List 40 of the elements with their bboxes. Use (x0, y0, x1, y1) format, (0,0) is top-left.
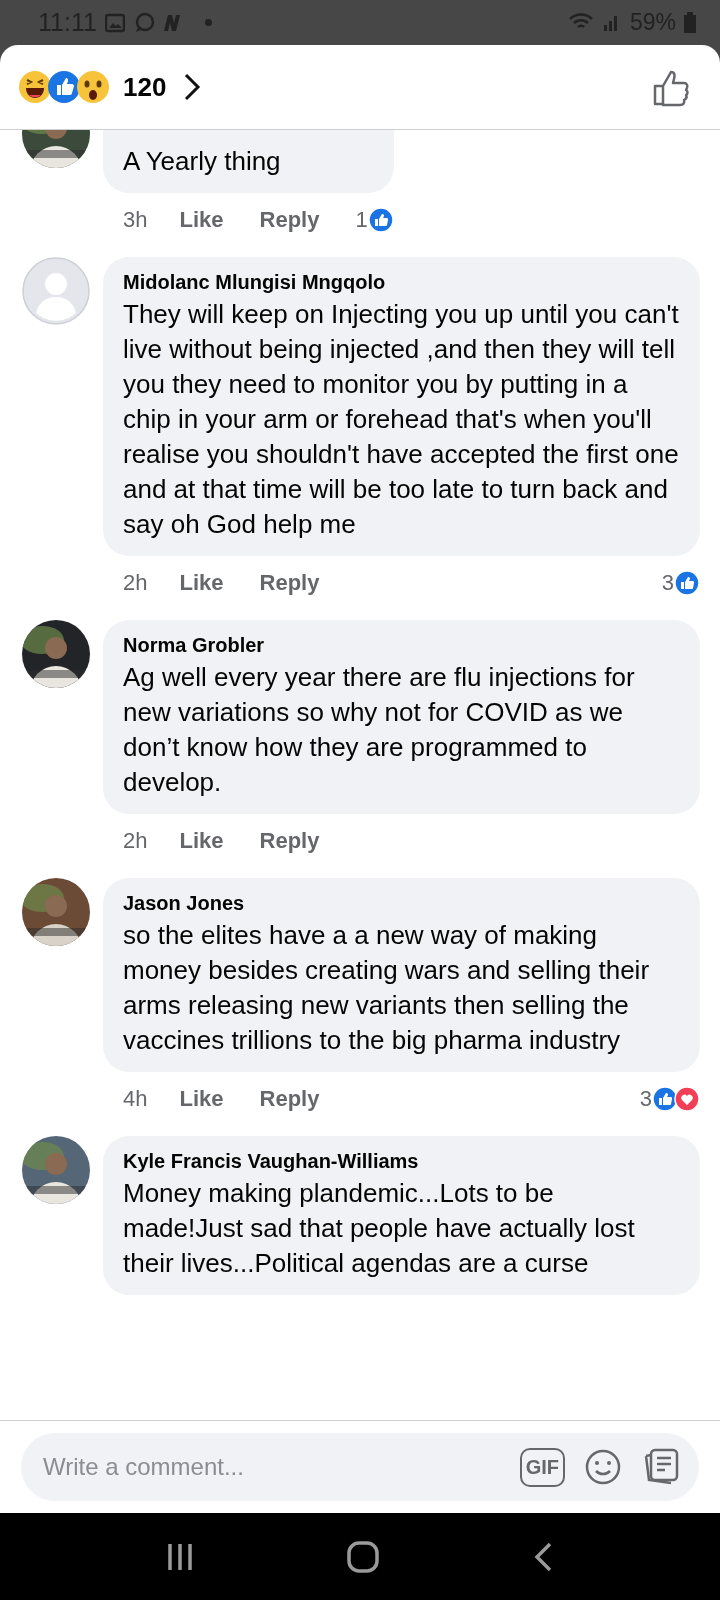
reply-link[interactable]: Reply (259, 207, 320, 233)
reply-link[interactable]: Reply (259, 570, 320, 596)
reply-link[interactable]: Reply (259, 828, 320, 854)
dot-icon (204, 19, 212, 26)
recent-apps-icon[interactable] (166, 1541, 195, 1572)
like-reaction-icon (674, 570, 700, 596)
like-link[interactable]: Like (179, 570, 224, 596)
smiley-icon[interactable] (585, 1449, 621, 1485)
commenter-name[interactable]: Kyle Francis Vaughan-Williams (123, 1150, 680, 1173)
battery-icon (684, 10, 696, 35)
comment-text: Ag well every year there are flu injections for new variations so why not for COVID as we don’t know how they are programmed to develop. (123, 661, 636, 799)
home-icon[interactable] (347, 1540, 379, 1573)
chevron-right-icon[interactable] (182, 72, 203, 102)
heart-reaction-icon (674, 1086, 700, 1112)
like-reaction-icon (47, 70, 81, 104)
reaction-count[interactable]: 3 (661, 570, 674, 596)
like-link[interactable]: Like (179, 828, 224, 854)
like-link[interactable]: Like (179, 207, 224, 233)
comment-text: Money making plandemic...Lots to be made!Just sad that people have actually lost their lives...Political agendas are a curse (123, 1177, 636, 1280)
emoji-icon (76, 70, 110, 104)
reaction-count[interactable]: 3 (639, 1086, 652, 1112)
like-reaction-icon (652, 1086, 678, 1112)
comment-text: They will keep on Injecting you up until you can't live without being injected ,and then they will tell you they need to monitor you by putting in a chip in your arm or forehead that's when you'll realise you shouldn't have accepted the first one and at that time will be too late to turn back and say oh God help me (123, 298, 680, 541)
reaction-count[interactable]: 1 (355, 207, 368, 233)
comment-text: A Yearly thing (123, 145, 282, 178)
commenter-name[interactable]: Jason Jones (123, 892, 680, 915)
comment-text: so the elites have a a new way of making money besides creating wars and selling their arms releasing new variants then selling the vaccines trillions to the big pharma industry (123, 919, 651, 1057)
like-reaction-icon (367, 207, 394, 233)
commenter-name[interactable]: Midolanc Mlungisi Mngqolo (123, 271, 680, 294)
gif-button[interactable]: GIF (519, 1447, 565, 1487)
comment-time: 4h (123, 1086, 148, 1112)
reply-link[interactable]: Reply (259, 1086, 320, 1112)
reaction-count[interactable]: 120 (123, 71, 167, 103)
commenter-name[interactable]: Norma Grobler (123, 634, 680, 657)
like-link[interactable]: Like (179, 1086, 224, 1112)
emoji-icon (18, 70, 52, 104)
comment-time: 2h (123, 828, 148, 854)
comment-input[interactable]: Write a comment... GIF (21, 1433, 699, 1501)
comment-time: 2h (123, 570, 148, 596)
comment-time: 3h (123, 207, 148, 233)
